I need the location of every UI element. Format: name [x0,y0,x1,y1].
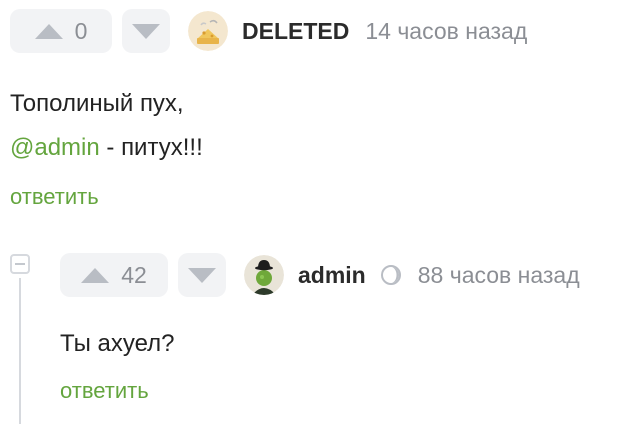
comment-text-line: Ты ахуел? [60,330,175,357]
arrow-down-icon [188,267,216,283]
arrow-up-icon [81,267,110,283]
moon-icon [380,265,401,285]
author-name[interactable]: admin [298,262,366,289]
comment-header: 0 DELETED 14 часов назад [10,8,630,54]
comment-text: Ты ахуел? [60,322,635,366]
comment-time[interactable]: 14 часов назад [365,18,527,45]
minus-icon [15,263,25,265]
mention-link[interactable]: @admin [10,134,100,161]
thread-line[interactable] [19,278,21,424]
comment-text: Тополиный пух, @admin - питух!!! [10,82,630,170]
deleted-user-avatar-icon [188,11,228,51]
rating-count: 0 [74,17,88,44]
comment-text-fragment: - питух!!! [99,134,203,161]
downvote-button[interactable] [178,253,226,297]
collapse-thread-button[interactable] [10,254,30,274]
comment: 42 admin 88 часов назад Ты ахуел? ответи… [60,252,635,404]
comment-header: 42 admin 88 часов назад [60,252,635,298]
comment-text-line: @admin - питух!!! [10,126,630,170]
avatar[interactable] [244,255,284,295]
upvote-button[interactable]: 0 [10,9,112,53]
reply-link[interactable]: ответить [60,378,635,404]
author-name[interactable]: DELETED [242,18,349,45]
reply-link[interactable]: ответить [10,184,630,210]
downvote-button[interactable] [122,9,170,53]
bowler-hat-apple-avatar-icon [244,255,284,295]
avatar[interactable] [188,11,228,51]
arrow-down-icon [132,23,160,39]
upvote-button[interactable]: 42 [60,253,168,297]
arrow-up-icon [34,23,63,39]
comment-time[interactable]: 88 часов назад [418,262,580,289]
comment: 0 DELETED 14 часов назад Тополиный пух, … [10,8,630,210]
comment-text-line: Тополиный пух, [10,90,184,117]
rating-count: 42 [121,261,147,288]
